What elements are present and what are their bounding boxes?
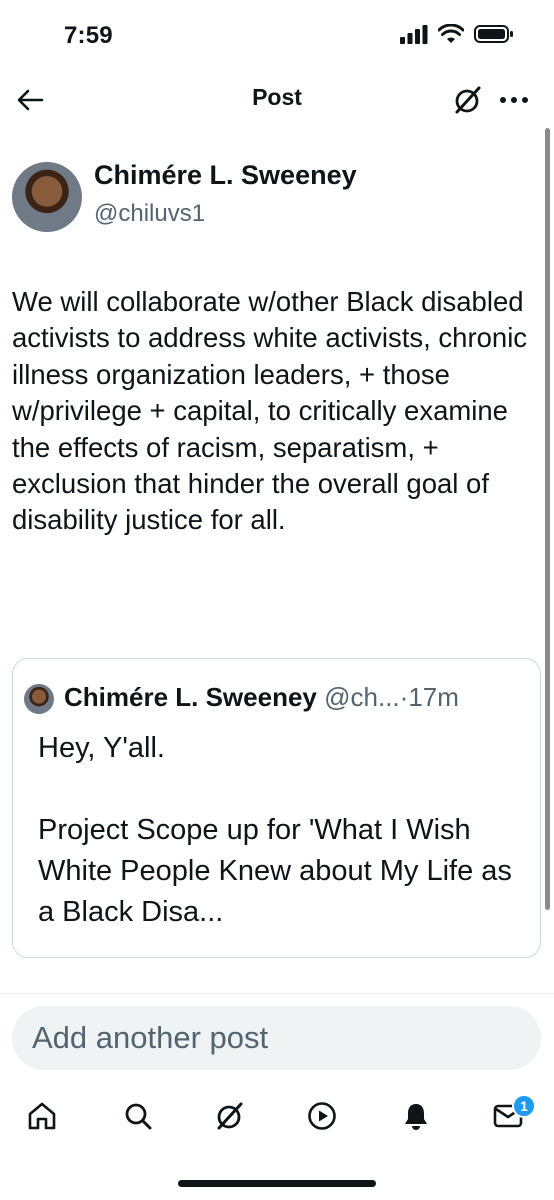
grok-icon[interactable]	[450, 82, 486, 118]
signal-icon	[400, 24, 428, 49]
notifications-bell-icon[interactable]	[394, 1094, 438, 1138]
search-icon[interactable]	[116, 1094, 160, 1138]
author-handle[interactable]: @chiluvs1	[94, 200, 205, 228]
more-options-icon[interactable]	[496, 82, 532, 118]
post-text: We will collaborate w/other Black disabl…	[12, 286, 528, 536]
grok-nav-icon[interactable]	[208, 1094, 252, 1138]
home-icon[interactable]	[20, 1094, 64, 1138]
reply-input-placeholder: Add another post	[32, 1020, 269, 1055]
quoted-post-header: Chimére L. Sweeney @ch...·17m	[64, 682, 459, 713]
messages-badge: 1	[512, 1094, 536, 1118]
status-time: 7:59	[64, 22, 113, 49]
quoted-author-handle: @ch...	[324, 682, 400, 712]
battery-icon	[474, 24, 514, 49]
quoted-author-avatar	[24, 684, 54, 714]
video-play-icon[interactable]	[300, 1094, 344, 1138]
quoted-post-time: 17m	[408, 682, 459, 712]
reply-input[interactable]: Add another post	[12, 1006, 541, 1070]
home-indicator	[178, 1180, 376, 1187]
author-avatar[interactable]	[12, 162, 82, 232]
status-icons	[400, 23, 514, 49]
divider	[0, 993, 554, 994]
quoted-post-text: Hey, Y'all. Project Scope up for 'What I…	[38, 732, 512, 928]
author-name[interactable]: Chimére L. Sweeney	[94, 160, 357, 191]
scrollbar[interactable]	[545, 128, 550, 910]
wifi-icon	[437, 23, 465, 49]
quoted-author-name: Chimére L. Sweeney	[64, 682, 317, 712]
